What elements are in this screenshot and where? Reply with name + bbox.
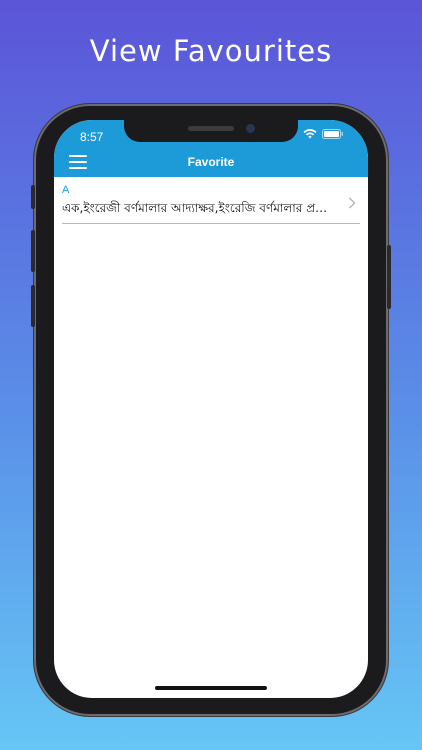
promo-title: View Favourites (89, 34, 333, 68)
favorite-meaning: এক,ইংরেজী বর্ণমালার আদ্যাক্ষর,ইংরেজি বর্… (62, 201, 334, 215)
nav-bar: 8:57 Favorite (54, 120, 368, 177)
notch (124, 120, 298, 142)
battery-icon (322, 129, 344, 139)
power-button (387, 245, 391, 309)
home-indicator[interactable] (155, 686, 267, 690)
app-screen: 8:57 Favorite A এক,ইংরেজী বর্ণমালার আদ্য… (54, 120, 368, 698)
status-icons (303, 129, 344, 139)
front-camera (246, 124, 255, 133)
favorite-list-item[interactable]: A এক,ইংরেজী বর্ণমালার আদ্যাক্ষর,ইংরেজি ব… (62, 182, 360, 224)
wifi-icon (303, 129, 317, 139)
chevron-right-icon (348, 196, 356, 209)
favorite-letter: A (62, 184, 70, 196)
status-time: 8:57 (80, 130, 104, 144)
volume-down-button (31, 285, 35, 327)
nav-title: Favorite (187, 155, 235, 169)
speaker-grille (188, 126, 234, 131)
mute-switch (31, 185, 35, 209)
volume-up-button (31, 230, 35, 272)
